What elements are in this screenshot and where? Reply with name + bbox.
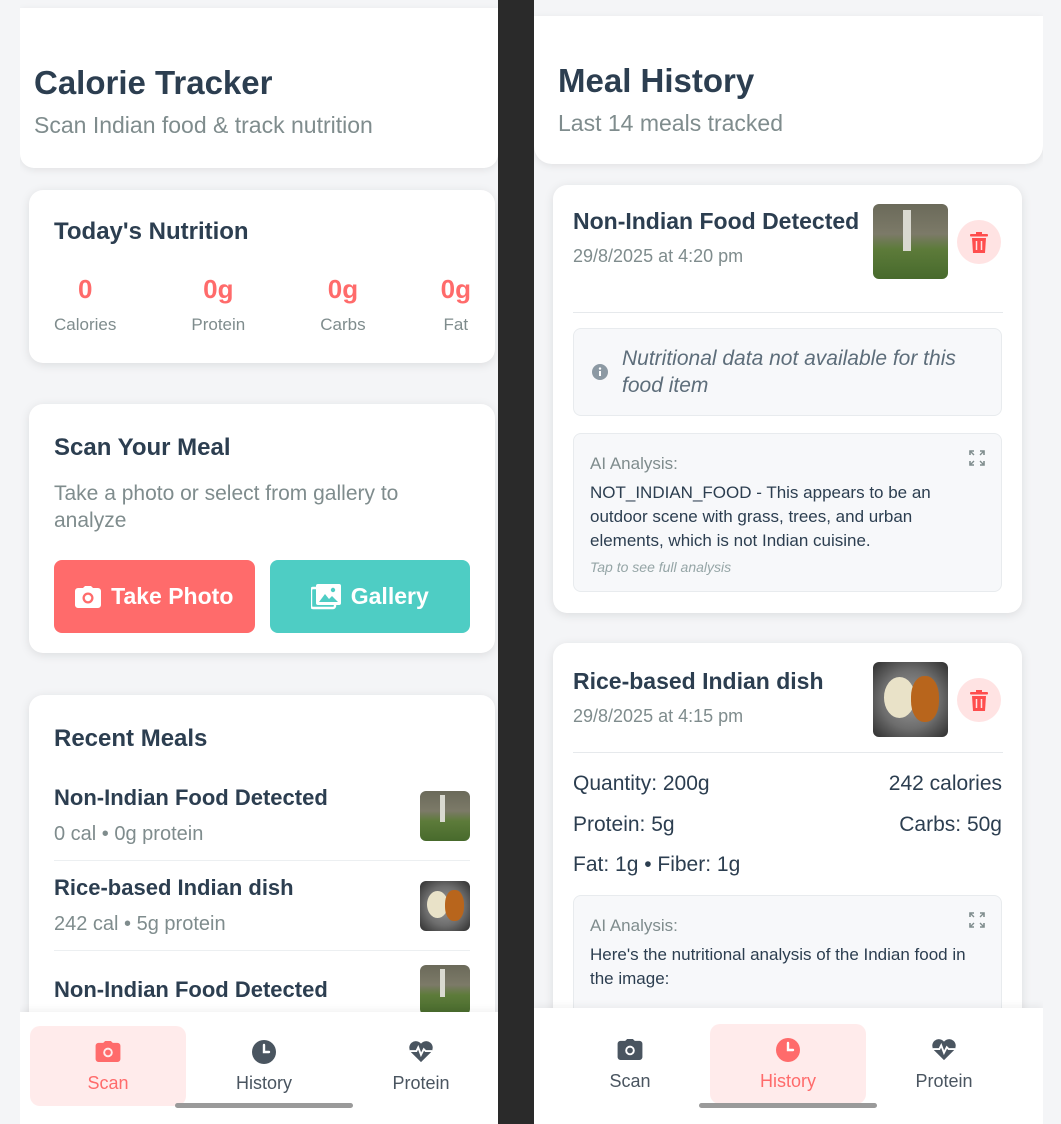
- heart-pulse-icon: [932, 1039, 956, 1061]
- meal-name: Non-Indian Food Detected: [54, 785, 328, 810]
- info-icon: [592, 364, 608, 380]
- carbs: Carbs: 50g: [899, 813, 1002, 836]
- ai-analysis-text: Here's the nutritional analysis of the I…: [590, 945, 966, 988]
- trash-icon: [970, 231, 988, 253]
- stat-carbs: 0g Carbs: [320, 274, 365, 335]
- meal-history-card[interactable]: Non-Indian Food Detected 29/8/2025 at 4:…: [553, 185, 1022, 613]
- home-indicator: [175, 1103, 353, 1108]
- tab-label: Protein: [392, 1072, 450, 1093]
- tab-label: History: [235, 1072, 292, 1093]
- stat-value: 0g: [440, 274, 471, 304]
- bottom-tab-bar: Scan History Protein: [534, 1008, 1043, 1124]
- calorie-tracker-screen: Calorie Tracker Scan Indian food & track…: [20, 0, 498, 1124]
- meal-thumbnail: [873, 662, 948, 737]
- ai-analysis-box[interactable]: AI Analysis: NOT_INDIAN_FOOD - This appe…: [573, 433, 1002, 592]
- meal-history-screen: Meal History Last 14 meals tracked Non-I…: [534, 0, 1043, 1124]
- expand-icon[interactable]: [969, 450, 985, 466]
- delete-button[interactable]: [957, 678, 1001, 722]
- page-subtitle: Scan Indian food & track nutrition: [34, 112, 373, 138]
- ai-analysis-hint: Tap to see full analysis: [590, 559, 732, 575]
- quantity: Quantity: 200g: [573, 772, 710, 795]
- page-title: Calorie Tracker: [34, 64, 273, 101]
- meal-meta: 242 cal • 5g protein: [54, 913, 226, 935]
- ai-analysis-text: NOT_INDIAN_FOOD - This appears to be an …: [590, 483, 931, 550]
- stat-label: Protein: [191, 315, 246, 334]
- tab-protein[interactable]: Protein: [343, 1026, 498, 1106]
- scan-meal-subtitle: Take a photo or select from gallery to a…: [54, 482, 399, 532]
- delete-button[interactable]: [957, 220, 1001, 264]
- ai-analysis-label: AI Analysis:: [590, 454, 678, 473]
- app-header: Meal History Last 14 meals tracked: [534, 16, 1043, 164]
- camera-icon: [75, 585, 102, 608]
- home-indicator: [699, 1103, 877, 1108]
- fat-fiber: Fat: 1g • Fiber: 1g: [573, 853, 741, 876]
- tab-protein[interactable]: Protein: [866, 1024, 1022, 1104]
- screen-divider: [498, 0, 534, 1124]
- stat-calories: 0 Calories: [54, 274, 116, 335]
- stat-value: 0g: [327, 274, 359, 304]
- tab-label: History: [759, 1070, 816, 1091]
- meal-thumbnail: [420, 790, 470, 841]
- meal-thumbnail: [420, 880, 470, 931]
- stat-value: 0g: [203, 274, 234, 304]
- expand-icon[interactable]: [969, 912, 985, 928]
- tab-label: Protein: [915, 1070, 973, 1091]
- tab-label: Scan: [609, 1070, 651, 1091]
- page-subtitle: Last 14 meals tracked: [558, 110, 784, 136]
- meal-date: 29/8/2025 at 4:15 pm: [573, 706, 744, 726]
- list-item[interactable]: Rice-based Indian dish 242 cal • 5g prote…: [54, 861, 470, 951]
- stat-label: Carbs: [320, 315, 366, 334]
- screen-edge: [0, 0, 20, 1124]
- stat-fat: 0g Fat: [441, 274, 471, 335]
- heart-pulse-icon: [409, 1041, 433, 1063]
- stat-protein: 0g Protein: [191, 274, 245, 335]
- clock-icon: [776, 1037, 800, 1062]
- app-header: Calorie Tracker Scan Indian food & track…: [20, 8, 498, 168]
- ai-analysis-label: AI Analysis:: [590, 916, 678, 935]
- scan-meal-title: Scan Your Meal: [54, 434, 231, 461]
- scan-meal-card: Scan Your Meal Take a photo or select fr…: [29, 404, 495, 653]
- meal-thumbnail: [420, 965, 470, 1015]
- camera-icon: [95, 1041, 121, 1062]
- stat-label: Fat: [443, 315, 469, 334]
- meal-title: Non-Indian Food Detected: [573, 208, 860, 234]
- gallery-button[interactable]: Gallery: [269, 560, 470, 633]
- trash-icon: [970, 689, 988, 711]
- meal-meta: 0 cal • 0g protein: [54, 823, 204, 845]
- clock-icon: [252, 1039, 276, 1064]
- take-photo-label: Take Photo: [111, 583, 234, 609]
- calories: 242 calories: [888, 772, 1002, 795]
- meal-thumbnail: [873, 204, 948, 279]
- nutrition-stats: 0 Calories 0g Protein 0g Carbs 0g Fat: [54, 274, 471, 335]
- tab-scan[interactable]: Scan: [552, 1024, 708, 1104]
- tab-history[interactable]: History: [710, 1024, 866, 1104]
- protein: Protein: 5g: [573, 813, 675, 836]
- no-nutrition-text: Nutritional data not available for this …: [622, 347, 956, 397]
- meal-name: Non-Indian Food Detected: [54, 977, 328, 1002]
- recent-meals-card: Recent Meals Non-Indian Food Detected 0 c…: [29, 695, 495, 1035]
- divider: [573, 312, 1003, 313]
- tab-scan[interactable]: Scan: [30, 1026, 186, 1106]
- gallery-icon: [310, 583, 341, 609]
- meal-date: 29/8/2025 at 4:20 pm: [573, 246, 744, 266]
- take-photo-button[interactable]: Take Photo: [54, 560, 255, 633]
- today-nutrition-title: Today's Nutrition: [54, 218, 249, 245]
- gallery-label: Gallery: [350, 583, 429, 609]
- screen-edge: [1043, 0, 1061, 1124]
- divider: [573, 752, 1003, 753]
- meal-history-card[interactable]: Rice-based Indian dish 29/8/2025 at 4:15…: [553, 643, 1022, 1063]
- no-nutrition-notice: Nutritional data not available for this …: [573, 328, 1002, 416]
- tab-label: Scan: [87, 1072, 129, 1093]
- stat-label: Calories: [54, 315, 117, 334]
- stat-value: 0: [77, 274, 93, 304]
- today-nutrition-card: Today's Nutrition 0 Calories 0g Protein 0g…: [29, 190, 495, 363]
- bottom-tab-bar: Scan History Protein: [20, 1012, 498, 1124]
- tab-history[interactable]: History: [186, 1026, 342, 1106]
- page-title: Meal History: [558, 62, 755, 99]
- camera-icon: [617, 1039, 643, 1060]
- list-item[interactable]: Non-Indian Food Detected 0 cal • 0g prote…: [54, 771, 470, 861]
- meal-title: Rice-based Indian dish: [573, 668, 824, 694]
- meal-name: Rice-based Indian dish: [54, 875, 294, 900]
- recent-meals-title: Recent Meals: [54, 725, 208, 752]
